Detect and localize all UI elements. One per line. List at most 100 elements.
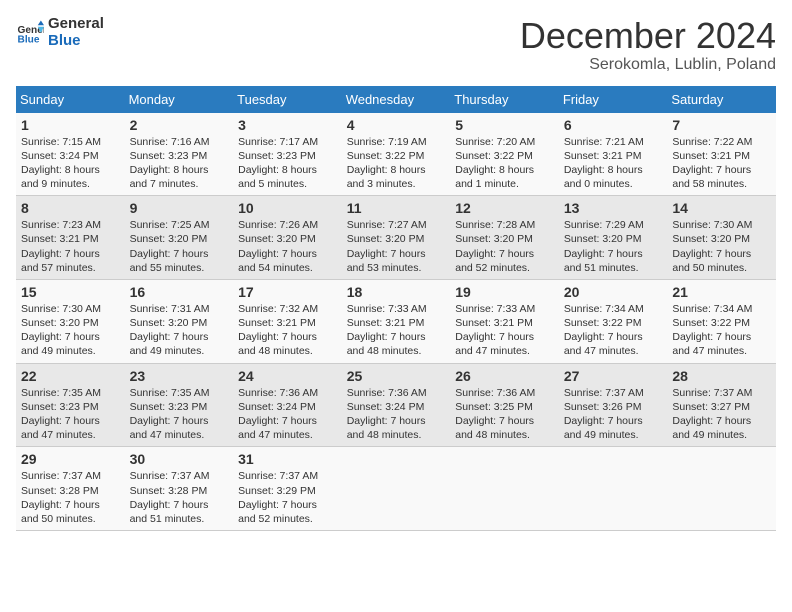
- weekday-header-tuesday: Tuesday: [233, 86, 342, 113]
- calendar-cell: 27 Sunrise: 7:37 AM Sunset: 3:26 PM Dayl…: [559, 363, 668, 447]
- calendar-cell: 30 Sunrise: 7:37 AM Sunset: 3:28 PM Dayl…: [125, 447, 234, 531]
- day-number: 16: [130, 284, 229, 300]
- weekday-header-saturday: Saturday: [667, 86, 776, 113]
- day-number: 28: [672, 368, 771, 384]
- calendar-cell: 29 Sunrise: 7:37 AM Sunset: 3:28 PM Dayl…: [16, 447, 125, 531]
- location-title: Serokomla, Lublin, Poland: [520, 56, 776, 74]
- day-number: 24: [238, 368, 337, 384]
- day-number: 25: [347, 368, 446, 384]
- calendar-cell: 2 Sunrise: 7:16 AM Sunset: 3:23 PM Dayli…: [125, 113, 234, 196]
- day-info: Sunrise: 7:22 AM Sunset: 3:21 PM Dayligh…: [672, 135, 771, 192]
- day-info: Sunrise: 7:30 AM Sunset: 3:20 PM Dayligh…: [672, 218, 771, 275]
- calendar-cell: 26 Sunrise: 7:36 AM Sunset: 3:25 PM Dayl…: [450, 363, 559, 447]
- calendar-cell: 20 Sunrise: 7:34 AM Sunset: 3:22 PM Dayl…: [559, 279, 668, 363]
- day-number: 20: [564, 284, 663, 300]
- title-section: December 2024 Serokomla, Lublin, Poland: [520, 16, 776, 74]
- calendar-cell: 25 Sunrise: 7:36 AM Sunset: 3:24 PM Dayl…: [342, 363, 451, 447]
- calendar-cell: 19 Sunrise: 7:33 AM Sunset: 3:21 PM Dayl…: [450, 279, 559, 363]
- calendar-cell: 15 Sunrise: 7:30 AM Sunset: 3:20 PM Dayl…: [16, 279, 125, 363]
- calendar-cell: 31 Sunrise: 7:37 AM Sunset: 3:29 PM Dayl…: [233, 447, 342, 531]
- day-number: 3: [238, 117, 337, 133]
- calendar-cell: 13 Sunrise: 7:29 AM Sunset: 3:20 PM Dayl…: [559, 196, 668, 280]
- day-info: Sunrise: 7:15 AM Sunset: 3:24 PM Dayligh…: [21, 135, 120, 192]
- weekday-header-monday: Monday: [125, 86, 234, 113]
- calendar-cell: 8 Sunrise: 7:23 AM Sunset: 3:21 PM Dayli…: [16, 196, 125, 280]
- day-info: Sunrise: 7:17 AM Sunset: 3:23 PM Dayligh…: [238, 135, 337, 192]
- calendar-cell: 12 Sunrise: 7:28 AM Sunset: 3:20 PM Dayl…: [450, 196, 559, 280]
- calendar-cell: [667, 447, 776, 531]
- day-info: Sunrise: 7:37 AM Sunset: 3:28 PM Dayligh…: [21, 469, 120, 526]
- day-number: 12: [455, 200, 554, 216]
- day-number: 26: [455, 368, 554, 384]
- day-info: Sunrise: 7:36 AM Sunset: 3:24 PM Dayligh…: [238, 386, 337, 443]
- calendar-cell: 1 Sunrise: 7:15 AM Sunset: 3:24 PM Dayli…: [16, 113, 125, 196]
- day-number: 23: [130, 368, 229, 384]
- weekday-header-row: SundayMondayTuesdayWednesdayThursdayFrid…: [16, 86, 776, 113]
- day-number: 10: [238, 200, 337, 216]
- day-number: 17: [238, 284, 337, 300]
- day-number: 14: [672, 200, 771, 216]
- calendar-cell: 17 Sunrise: 7:32 AM Sunset: 3:21 PM Dayl…: [233, 279, 342, 363]
- day-number: 2: [130, 117, 229, 133]
- calendar-week-row: 22 Sunrise: 7:35 AM Sunset: 3:23 PM Dayl…: [16, 363, 776, 447]
- svg-text:Blue: Blue: [18, 34, 40, 45]
- calendar-cell: 5 Sunrise: 7:20 AM Sunset: 3:22 PM Dayli…: [450, 113, 559, 196]
- day-number: 9: [130, 200, 229, 216]
- day-info: Sunrise: 7:34 AM Sunset: 3:22 PM Dayligh…: [564, 302, 663, 359]
- logo-text-blue: Blue: [48, 33, 104, 50]
- calendar-cell: 4 Sunrise: 7:19 AM Sunset: 3:22 PM Dayli…: [342, 113, 451, 196]
- day-info: Sunrise: 7:20 AM Sunset: 3:22 PM Dayligh…: [455, 135, 554, 192]
- month-title: December 2024: [520, 16, 776, 56]
- day-number: 5: [455, 117, 554, 133]
- calendar-cell: [450, 447, 559, 531]
- calendar-cell: 3 Sunrise: 7:17 AM Sunset: 3:23 PM Dayli…: [233, 113, 342, 196]
- day-number: 19: [455, 284, 554, 300]
- day-info: Sunrise: 7:23 AM Sunset: 3:21 PM Dayligh…: [21, 218, 120, 275]
- calendar-cell: 9 Sunrise: 7:25 AM Sunset: 3:20 PM Dayli…: [125, 196, 234, 280]
- day-info: Sunrise: 7:37 AM Sunset: 3:27 PM Dayligh…: [672, 386, 771, 443]
- weekday-header-thursday: Thursday: [450, 86, 559, 113]
- day-info: Sunrise: 7:25 AM Sunset: 3:20 PM Dayligh…: [130, 218, 229, 275]
- calendar-cell: 7 Sunrise: 7:22 AM Sunset: 3:21 PM Dayli…: [667, 113, 776, 196]
- day-info: Sunrise: 7:35 AM Sunset: 3:23 PM Dayligh…: [130, 386, 229, 443]
- calendar-cell: 16 Sunrise: 7:31 AM Sunset: 3:20 PM Dayl…: [125, 279, 234, 363]
- calendar-cell: 10 Sunrise: 7:26 AM Sunset: 3:20 PM Dayl…: [233, 196, 342, 280]
- day-number: 30: [130, 451, 229, 467]
- day-number: 27: [564, 368, 663, 384]
- weekday-header-wednesday: Wednesday: [342, 86, 451, 113]
- day-info: Sunrise: 7:34 AM Sunset: 3:22 PM Dayligh…: [672, 302, 771, 359]
- calendar-cell: 22 Sunrise: 7:35 AM Sunset: 3:23 PM Dayl…: [16, 363, 125, 447]
- day-info: Sunrise: 7:36 AM Sunset: 3:25 PM Dayligh…: [455, 386, 554, 443]
- day-number: 21: [672, 284, 771, 300]
- day-number: 1: [21, 117, 120, 133]
- calendar-cell: 28 Sunrise: 7:37 AM Sunset: 3:27 PM Dayl…: [667, 363, 776, 447]
- day-info: Sunrise: 7:31 AM Sunset: 3:20 PM Dayligh…: [130, 302, 229, 359]
- calendar-cell: 18 Sunrise: 7:33 AM Sunset: 3:21 PM Dayl…: [342, 279, 451, 363]
- calendar-week-row: 15 Sunrise: 7:30 AM Sunset: 3:20 PM Dayl…: [16, 279, 776, 363]
- day-number: 11: [347, 200, 446, 216]
- day-number: 22: [21, 368, 120, 384]
- day-info: Sunrise: 7:27 AM Sunset: 3:20 PM Dayligh…: [347, 218, 446, 275]
- calendar-week-row: 8 Sunrise: 7:23 AM Sunset: 3:21 PM Dayli…: [16, 196, 776, 280]
- day-number: 8: [21, 200, 120, 216]
- day-info: Sunrise: 7:37 AM Sunset: 3:29 PM Dayligh…: [238, 469, 337, 526]
- calendar-cell: 21 Sunrise: 7:34 AM Sunset: 3:22 PM Dayl…: [667, 279, 776, 363]
- day-info: Sunrise: 7:37 AM Sunset: 3:26 PM Dayligh…: [564, 386, 663, 443]
- calendar-table: SundayMondayTuesdayWednesdayThursdayFrid…: [16, 86, 776, 531]
- calendar-cell: [559, 447, 668, 531]
- day-info: Sunrise: 7:37 AM Sunset: 3:28 PM Dayligh…: [130, 469, 229, 526]
- calendar-cell: 6 Sunrise: 7:21 AM Sunset: 3:21 PM Dayli…: [559, 113, 668, 196]
- calendar-week-row: 29 Sunrise: 7:37 AM Sunset: 3:28 PM Dayl…: [16, 447, 776, 531]
- day-info: Sunrise: 7:28 AM Sunset: 3:20 PM Dayligh…: [455, 218, 554, 275]
- day-info: Sunrise: 7:33 AM Sunset: 3:21 PM Dayligh…: [455, 302, 554, 359]
- day-info: Sunrise: 7:16 AM Sunset: 3:23 PM Dayligh…: [130, 135, 229, 192]
- day-number: 31: [238, 451, 337, 467]
- day-number: 6: [564, 117, 663, 133]
- day-number: 18: [347, 284, 446, 300]
- day-number: 29: [21, 451, 120, 467]
- logo-text-general: General: [48, 16, 104, 33]
- logo: General Blue General Blue: [16, 16, 104, 49]
- day-info: Sunrise: 7:36 AM Sunset: 3:24 PM Dayligh…: [347, 386, 446, 443]
- day-number: 13: [564, 200, 663, 216]
- calendar-cell: [342, 447, 451, 531]
